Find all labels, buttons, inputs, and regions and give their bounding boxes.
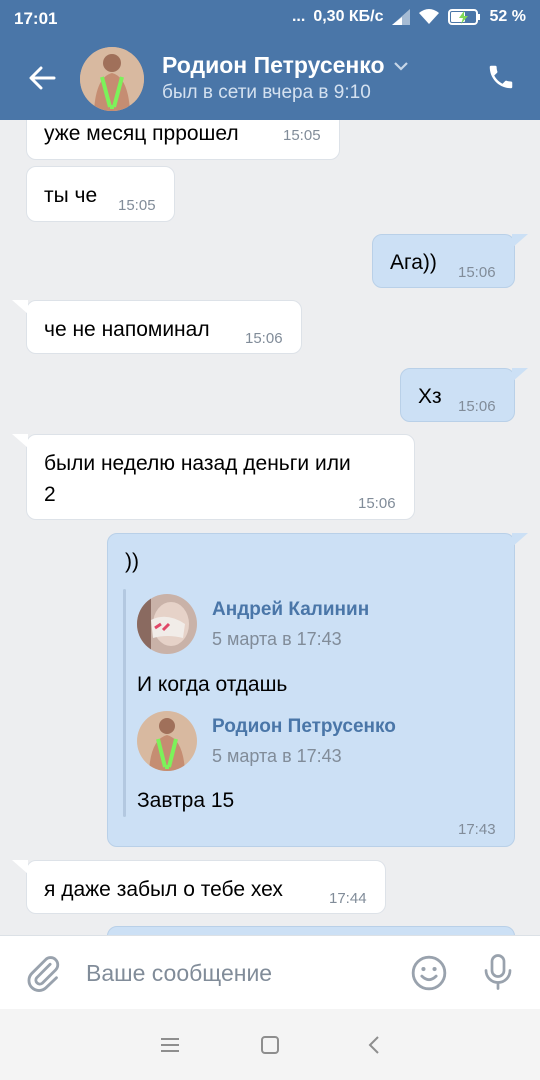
smile-icon — [411, 955, 447, 991]
square-icon — [261, 1036, 279, 1054]
outgoing-message-partial[interactable] — [107, 926, 515, 935]
forward-author-avatar[interactable] — [137, 594, 197, 654]
battery-level: 52 % — [489, 8, 526, 25]
last-seen-status: был в сети вчера в 9:10 — [162, 82, 371, 103]
message-text-line: были неделю назад деньги или — [44, 452, 351, 475]
bubble-tail — [12, 300, 28, 314]
message-text-line: 2 — [44, 483, 56, 506]
message-time: 15:05 — [118, 197, 156, 214]
message-text: Ага)) — [390, 251, 437, 274]
status-time: 17:01 — [14, 9, 58, 28]
bubble-tail — [512, 234, 528, 248]
forward-date: 5 марта в 17:43 — [212, 746, 342, 766]
message-text: че не напоминал — [44, 318, 210, 341]
outgoing-message[interactable]: Хз 15:06 — [400, 368, 515, 422]
emoji-button[interactable] — [410, 954, 448, 992]
avatar-image — [80, 47, 144, 111]
attach-button[interactable] — [24, 954, 62, 992]
battery-icon — [447, 9, 480, 25]
incoming-message[interactable]: уже месяц пррошел 15:05 — [26, 120, 340, 160]
message-time: 17:44 — [329, 890, 367, 907]
microphone-icon — [484, 954, 512, 990]
voice-message-button[interactable] — [480, 952, 516, 992]
back-button[interactable] — [22, 58, 62, 98]
bubble-tail — [12, 860, 28, 874]
avatar-image — [137, 594, 197, 654]
bubble-tail — [12, 434, 28, 448]
message-text: Хз — [418, 385, 442, 408]
wifi-icon — [418, 9, 439, 24]
message-time: 15:06 — [358, 495, 396, 512]
network-speed: 0,30 КБ/с — [313, 8, 384, 25]
forward-text: И когда отдашь — [137, 673, 288, 696]
forward-author-avatar[interactable] — [137, 711, 197, 771]
message-text: уже месяц пррошел — [44, 122, 239, 145]
message-text: я даже забыл о тебе хех — [44, 878, 283, 901]
contact-avatar[interactable] — [80, 47, 144, 111]
message-input[interactable] — [86, 956, 386, 990]
outgoing-message-with-forward[interactable]: )) Андрей Калинин 5 марта в 17:43 И когд… — [107, 533, 515, 847]
message-time: 17:43 — [458, 821, 496, 838]
message-time: 15:05 — [283, 127, 321, 144]
paperclip-icon — [27, 956, 60, 992]
incoming-message[interactable]: я даже забыл о тебе хех 17:44 — [26, 860, 386, 914]
forward-quote-bar — [123, 589, 126, 817]
forward-author-name[interactable]: Родион Петрусенко — [212, 716, 396, 738]
back-nav-button[interactable] — [360, 1031, 388, 1059]
signal-icon — [391, 9, 410, 25]
message-text: )) — [125, 550, 139, 573]
call-button[interactable] — [486, 62, 518, 94]
arrow-left-icon — [29, 66, 56, 90]
chevron-down-icon — [393, 61, 408, 71]
phone-icon — [489, 65, 513, 89]
avatar-image — [137, 711, 197, 771]
incoming-message[interactable]: че не напоминал 15:06 — [26, 300, 302, 354]
menu-icon — [161, 1038, 179, 1052]
chevron-left-icon — [368, 1036, 379, 1054]
forward-author-name[interactable]: Андрей Калинин — [212, 599, 369, 621]
forward-text: Завтра 15 — [137, 789, 235, 812]
message-composer — [0, 935, 540, 1009]
bubble-tail — [512, 533, 528, 547]
chat-header: Родион Петрусенко был в сети вчера в 9:1… — [0, 36, 540, 120]
home-button[interactable] — [256, 1031, 284, 1059]
contact-name: Родион Петрусенко — [162, 52, 385, 78]
bubble-tail — [512, 368, 528, 382]
forward-date: 5 марта в 17:43 — [212, 629, 342, 649]
message-time: 15:06 — [458, 264, 496, 281]
incoming-message[interactable]: были неделю назад деньги или 2 15:06 — [26, 434, 415, 520]
message-text: ты че — [44, 184, 98, 207]
outgoing-message[interactable]: Ага)) 15:06 — [372, 234, 515, 288]
status-bar: 17:01 ... 0,30 КБ/с 52 % — [0, 0, 540, 36]
incoming-message[interactable]: ты че 15:05 — [26, 166, 175, 222]
system-navigation-bar — [0, 1009, 540, 1080]
notification-dots: ... — [291, 8, 306, 25]
message-list[interactable]: уже месяц пррошел 15:05 ты че 15:05 Ага)… — [0, 120, 540, 935]
status-indicators: ... 0,30 КБ/с 52 % — [292, 8, 526, 26]
menu-button[interactable] — [156, 1031, 184, 1059]
contact-name-button[interactable]: Родион Петрусенко — [162, 52, 409, 79]
message-time: 15:06 — [245, 330, 283, 347]
message-time: 15:06 — [458, 398, 496, 415]
